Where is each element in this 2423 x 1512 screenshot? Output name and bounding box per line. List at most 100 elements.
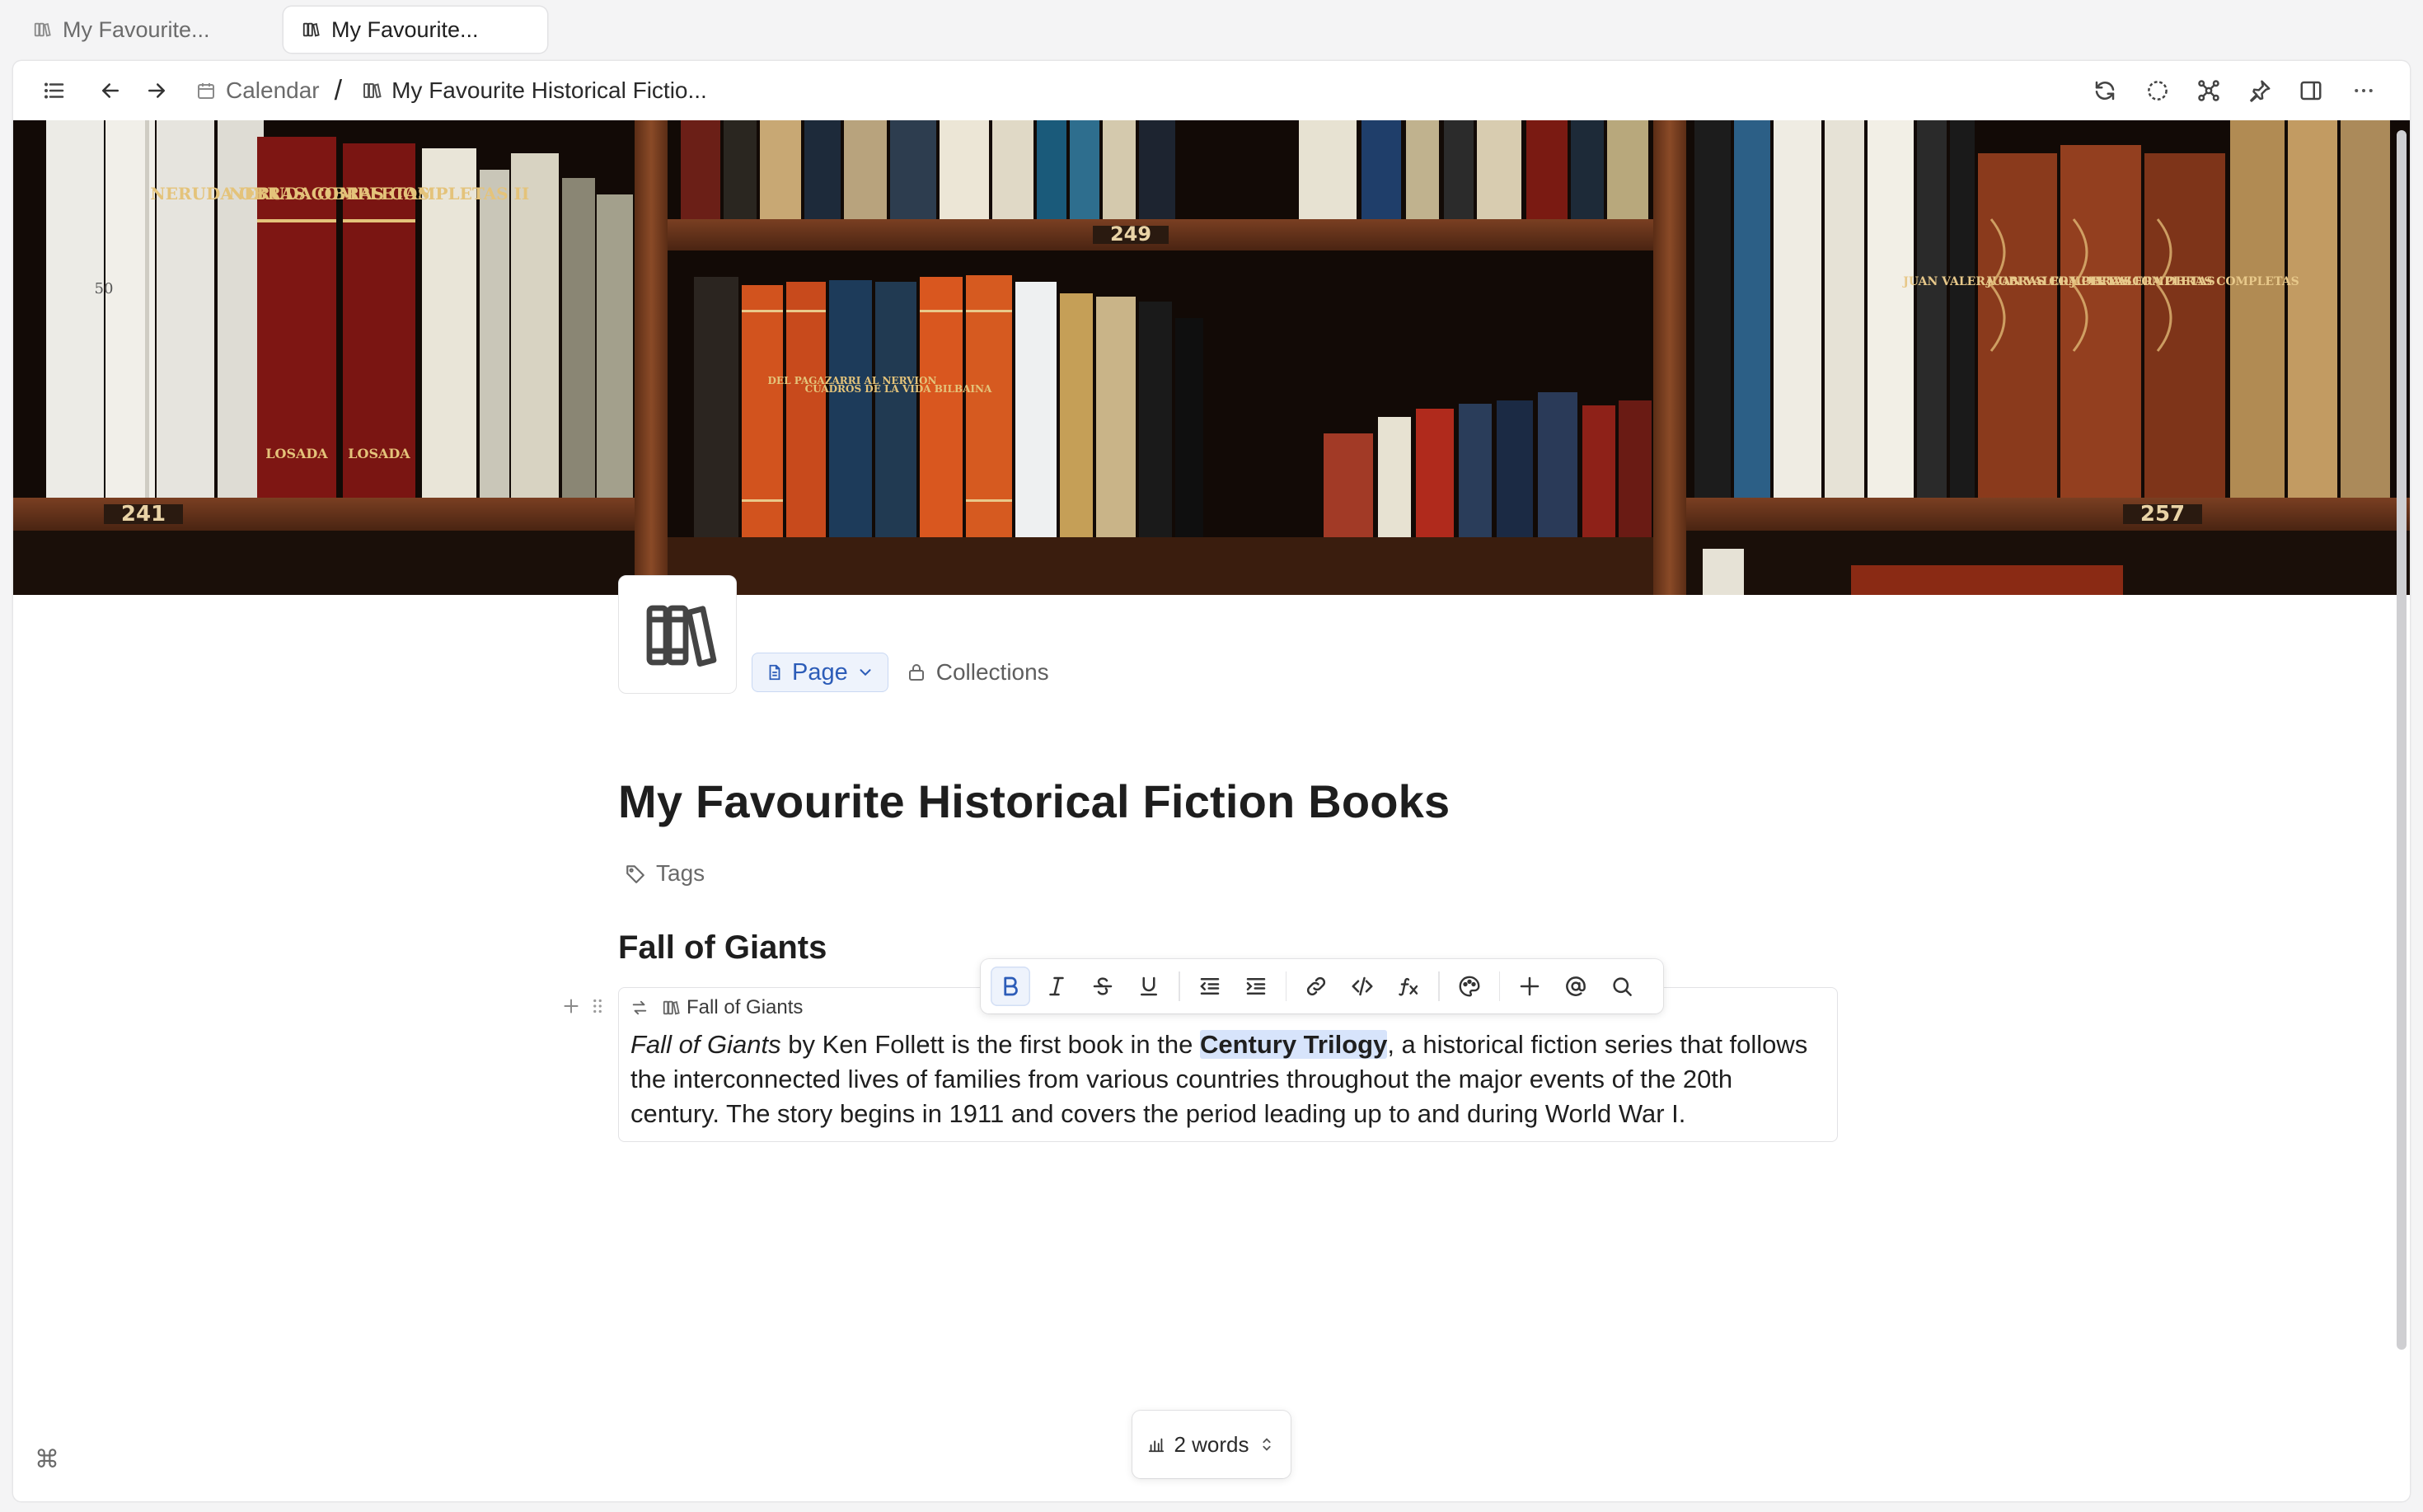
bookshelf-illustration: 249 241 257 50 NERUDA OBRAS COMPLETAS I … [13,120,2410,595]
insert-button[interactable] [1510,967,1549,1006]
tab-label: My Favourite... [63,16,210,42]
books-icon [663,1000,680,1015]
graph-icon [2198,80,2219,101]
link-icon [1306,976,1326,996]
sync-button[interactable] [2087,73,2123,109]
back-button[interactable] [92,73,129,109]
forward-button[interactable] [138,73,175,109]
tag-icon [626,865,644,883]
drag-handle-icon[interactable] [587,995,608,1017]
tags-button[interactable]: Tags [625,860,705,887]
code-button[interactable] [1343,967,1382,1006]
italic-button[interactable] [1037,967,1076,1006]
word-count-button[interactable]: 2 words [1132,1411,1291,1478]
svg-text:LOSADA: LOSADA [348,446,410,461]
shelf-label: 257 [2140,502,2185,527]
link-button[interactable] [1296,967,1336,1006]
sidebar-toggle-icon [45,82,64,99]
page-type-dropdown[interactable]: Page [752,653,888,692]
collections-label: Collections [935,659,1049,685]
calendar-icon [198,83,214,99]
formula-button[interactable] [1389,967,1428,1006]
document-icon [769,664,780,681]
palette-icon [1459,976,1479,997]
more-button[interactable] [2346,73,2382,109]
breadcrumb-label: My Favourite Historical Fictio... [391,77,707,103]
underline-icon [1141,976,1157,996]
focus-icon [2148,81,2168,101]
add-block-icon[interactable] [560,995,582,1017]
bold-icon [1004,976,1018,996]
search-button[interactable] [1602,967,1642,1006]
word-count-label: 2 words [1174,1431,1249,1457]
svg-text:LOSADA: LOSADA [265,446,328,461]
embed-label: Fall of Giants [687,996,804,1018]
toolbar-divider [1285,971,1286,1001]
underline-button[interactable] [1129,967,1169,1006]
swap-icon[interactable] [630,999,649,1017]
outdent-icon [1199,978,1219,995]
split-view-icon [2300,81,2322,101]
bold-button[interactable] [991,967,1030,1006]
breadcrumb-separator: / [334,74,343,106]
scrollbar[interactable] [2397,130,2407,1350]
strikethrough-button[interactable] [1083,967,1122,1006]
italic-text: Fall of Giants [630,1030,781,1059]
block-controls [560,995,608,1017]
breadcrumb-label: Calendar [226,77,320,103]
embed-header: Fall of Giants [630,996,803,1019]
collections-button[interactable]: Collections [907,659,1049,686]
italic-icon [1049,976,1064,996]
tab-label: My Favourite... [331,16,479,42]
pin-icon [2250,80,2271,102]
color-button[interactable] [1450,967,1489,1006]
toolbar-divider [1179,971,1180,1001]
breadcrumb-calendar[interactable]: Calendar [196,77,320,104]
toolbar-divider [1498,971,1500,1001]
tab-active[interactable]: My Favourite... [284,7,547,53]
page-title[interactable]: My Favourite Historical Fiction Books [618,775,1450,828]
outdent-button[interactable] [1190,967,1230,1006]
graph-button[interactable] [2191,73,2227,109]
focus-button[interactable] [2139,73,2176,109]
split-view-button[interactable] [2293,73,2329,109]
tab-inactive[interactable]: My Favourite... [15,7,279,53]
chevron-down-icon [860,669,871,676]
mention-icon [1566,976,1586,996]
format-toolbar [981,959,1663,1013]
breadcrumb-current-page[interactable]: My Favourite Historical Fictio... [362,77,707,104]
header-bar: Calendar / My Favourite Historical Ficti… [13,61,2410,120]
sync-icon [2095,81,2115,101]
search-icon [1613,977,1632,996]
selected-text: Century Trilogy [1199,1030,1388,1059]
indent-button[interactable] [1236,967,1276,1006]
stats-icon [1149,1438,1165,1453]
section-heading[interactable]: Fall of Giants [618,929,827,967]
svg-text:NERUDA OBRAS COMPLETAS II: NERUDA OBRAS COMPLETAS II [229,184,530,204]
more-icon [2355,89,2373,92]
chevron-updown-icon [1262,1438,1271,1451]
pin-button[interactable] [2242,73,2278,109]
formula-icon [1399,977,1418,996]
indent-icon [1246,978,1265,995]
embed-source-link[interactable]: Fall of Giants [662,996,803,1019]
shelf-label: 241 [121,502,166,527]
back-arrow-icon [102,83,119,98]
mention-button[interactable] [1556,967,1596,1006]
page-meta-row: Page Collections [752,653,1049,692]
cover-image: 249 241 257 50 NERUDA OBRAS COMPLETAS I … [13,120,2410,595]
tab-strip: My Favourite... My Favourite... [0,0,2423,59]
plus-icon [1520,976,1540,996]
block-paragraph[interactable]: Fall of Giants by Ken Follett is the fir… [630,1028,1825,1131]
page-icon-tile[interactable] [618,575,737,694]
sidebar-toggle-button[interactable] [36,73,73,109]
page-type-label: Page [792,658,848,686]
breadcrumb: Calendar / My Favourite Historical Ficti… [196,61,707,120]
svg-text:50: 50 [95,280,114,297]
command-palette-button[interactable]: ⌘ [35,1445,59,1474]
forward-arrow-icon [148,83,165,98]
shelf-label: 249 [1110,222,1151,246]
lock-icon [908,664,924,681]
text-segment: by Ken Follett is the first book in the [780,1030,1200,1059]
toolbar-divider [1438,971,1440,1001]
